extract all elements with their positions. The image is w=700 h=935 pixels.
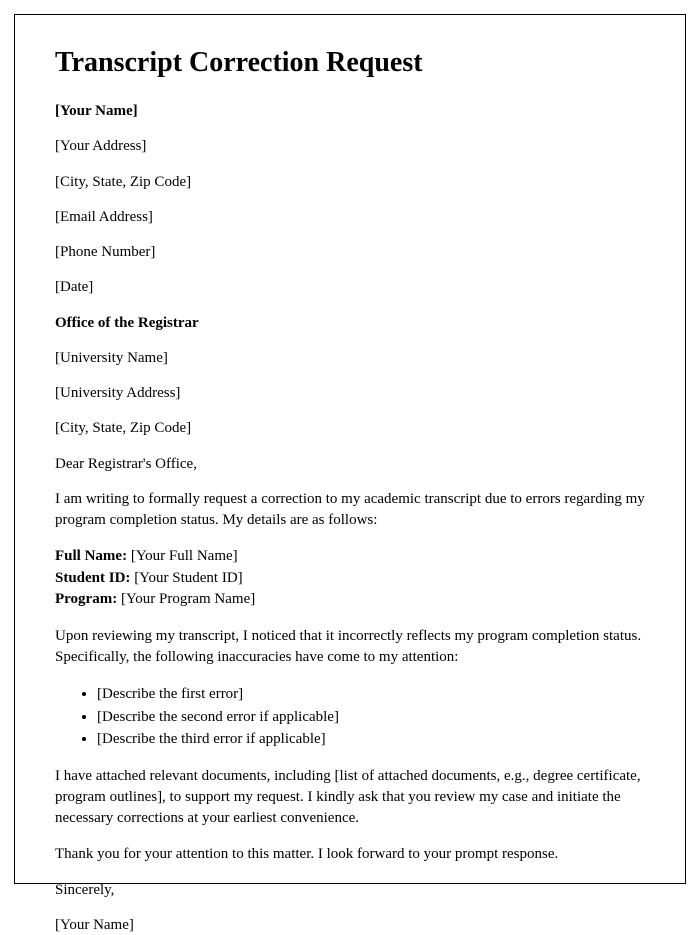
list-item: [Describe the second error if applicable…	[97, 706, 645, 729]
recipient-city-state-zip: [City, State, Zip Code]	[55, 418, 645, 438]
closing: Sincerely,	[55, 880, 645, 900]
program-value: [Your Program Name]	[117, 591, 255, 607]
program-label: Program:	[55, 591, 117, 607]
student-id-label: Student ID:	[55, 570, 130, 586]
list-item: [Describe the first error]	[97, 683, 645, 706]
sender-email: [Email Address]	[55, 207, 645, 227]
recipient-office: Office of the Registrar	[55, 313, 645, 333]
recipient-university-name: [University Name]	[55, 348, 645, 368]
document-page: Transcript Correction Request [Your Name…	[14, 14, 686, 884]
review-paragraph: Upon reviewing my transcript, I noticed …	[55, 626, 645, 668]
signature-name: [Your Name]	[55, 915, 645, 935]
detail-full-name: Full Name: [Your Full Name]	[55, 546, 645, 568]
salutation: Dear Registrar's Office,	[55, 454, 645, 474]
sender-name: [Your Name]	[55, 101, 645, 121]
document-title: Transcript Correction Request	[55, 47, 645, 79]
errors-list: [Describe the first error] [Describe the…	[97, 683, 645, 751]
sender-city-state-zip: [City, State, Zip Code]	[55, 172, 645, 192]
attachments-paragraph: I have attached relevant documents, incl…	[55, 766, 645, 829]
sender-address: [Your Address]	[55, 136, 645, 156]
student-details: Full Name: [Your Full Name] Student ID: …	[55, 546, 645, 611]
detail-program: Program: [Your Program Name]	[55, 589, 645, 611]
document-date: [Date]	[55, 277, 645, 297]
recipient-university-address: [University Address]	[55, 383, 645, 403]
full-name-label: Full Name:	[55, 548, 127, 564]
student-id-value: [Your Student ID]	[130, 570, 242, 586]
intro-paragraph: I am writing to formally request a corre…	[55, 489, 645, 531]
thanks-paragraph: Thank you for your attention to this mat…	[55, 844, 645, 865]
detail-student-id: Student ID: [Your Student ID]	[55, 568, 645, 590]
list-item: [Describe the third error if applicable]	[97, 728, 645, 751]
full-name-value: [Your Full Name]	[127, 548, 238, 564]
sender-phone: [Phone Number]	[55, 242, 645, 262]
